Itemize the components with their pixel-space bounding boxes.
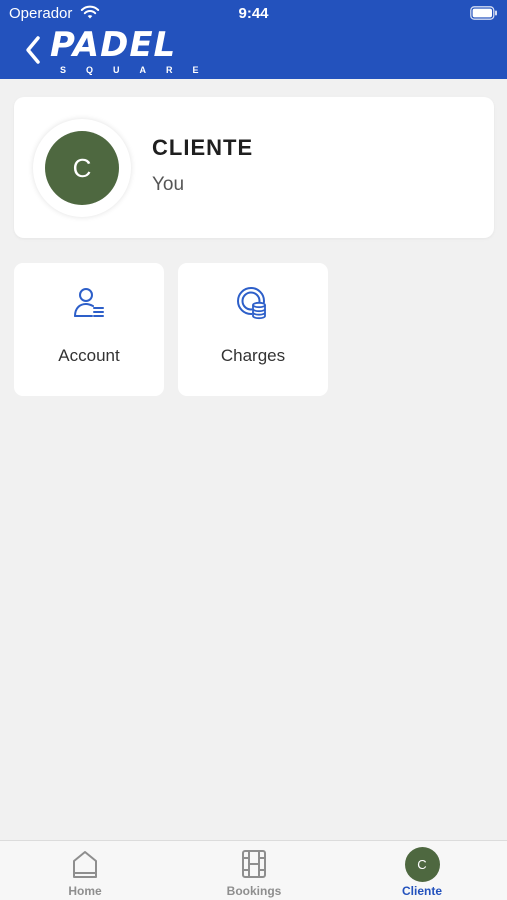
status-bar: Operador 9:44 [0, 0, 507, 28]
profile-subtitle: You [152, 174, 185, 195]
profile-name: CLIENTE [152, 135, 254, 160]
charges-tile[interactable]: Charges [178, 263, 328, 396]
tab-cliente-label: Cliente [401, 884, 442, 898]
charges-tile-label: Charges [220, 346, 286, 365]
bookings-icon [242, 850, 266, 878]
profile-card: C CLIENTE You [14, 97, 494, 238]
charges-icon [237, 287, 266, 320]
nav-bar: PADEL SQUARE [0, 28, 507, 79]
avatar: C [404, 846, 440, 882]
app-header: Operador 9:44 PADEL SQUARE [0, 0, 507, 79]
logo-sub-text: SQUARE [60, 65, 219, 75]
profile-avatar: C [33, 119, 131, 217]
tab-bar: Home Bookings C Cliente [0, 840, 507, 900]
avatar-initial: C [45, 131, 119, 205]
tab-cliente[interactable]: C Cliente [362, 841, 482, 900]
tab-bookings[interactable]: Bookings [194, 841, 314, 900]
account-tile[interactable]: Account [14, 263, 164, 396]
tab-home-label: Home [68, 884, 102, 898]
back-button[interactable] [18, 32, 48, 68]
account-tile-label: Account [58, 346, 120, 365]
account-icon [74, 288, 104, 317]
home-icon [73, 851, 97, 878]
padel-square-logo: PADEL SQUARE [50, 28, 220, 78]
battery-icon [470, 6, 497, 20]
logo-main-text: PADEL [50, 25, 177, 65]
tab-home[interactable]: Home [25, 841, 145, 900]
status-time: 9:44 [238, 5, 269, 22]
chevron-left-icon [26, 36, 40, 64]
tab-bookings-label: Bookings [226, 884, 282, 898]
